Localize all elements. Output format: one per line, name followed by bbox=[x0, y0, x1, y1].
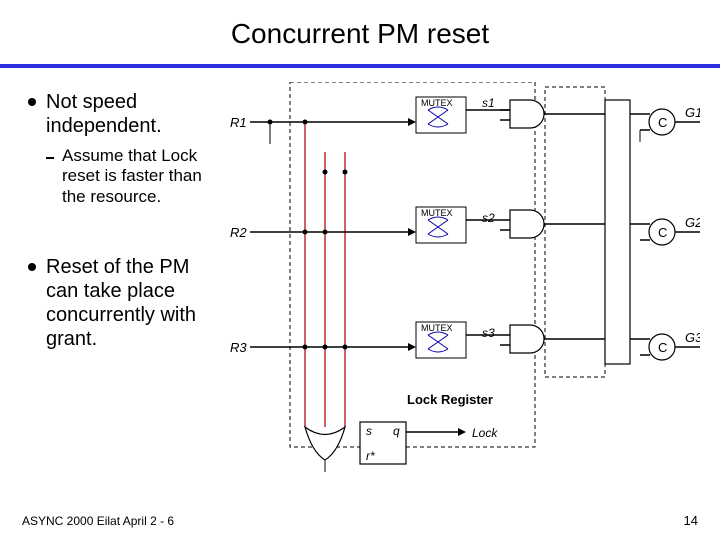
bullet-area: Not speed independent. Assume that Lock … bbox=[28, 90, 208, 359]
r3-label: R3 bbox=[230, 340, 247, 355]
footer-right: 14 bbox=[684, 513, 698, 528]
sq-q: q bbox=[393, 424, 400, 438]
bullet-1a: Assume that Lock reset is faster than th… bbox=[62, 146, 208, 207]
bullet-icon bbox=[28, 263, 36, 271]
bullet-1: Not speed independent. bbox=[46, 90, 208, 138]
r1-label: R1 bbox=[230, 115, 247, 130]
sq-r: r* bbox=[366, 449, 375, 463]
footer-left: ASYNC 2000 Eilat April 2 - 6 bbox=[22, 514, 174, 528]
priority-module-box bbox=[545, 87, 605, 377]
bullet-2: Reset of the PM can take place concurren… bbox=[46, 255, 208, 351]
bullet-icon bbox=[28, 98, 36, 106]
g1-label: G1 bbox=[685, 105, 700, 120]
g2-label: G2 bbox=[685, 215, 700, 230]
s1-label: s1 bbox=[482, 96, 495, 110]
g3-label: G3 bbox=[685, 330, 700, 345]
c1-label: C bbox=[658, 115, 667, 130]
lock-register-label: Lock Register bbox=[407, 392, 493, 407]
subbullet-icon bbox=[46, 157, 54, 159]
title-rule bbox=[0, 64, 720, 68]
r2-label: R2 bbox=[230, 225, 247, 240]
or-gate-icon bbox=[305, 427, 345, 460]
diagram: Priority Module Lock Register R1 MUTEX s… bbox=[210, 82, 700, 482]
mutex-2-label: MUTEX bbox=[421, 208, 453, 218]
mutex-3-label: MUTEX bbox=[421, 323, 453, 333]
c2-label: C bbox=[658, 225, 667, 240]
s3-label: s3 bbox=[482, 326, 495, 340]
mutex-1-label: MUTEX bbox=[421, 98, 453, 108]
lock-label: Lock bbox=[472, 426, 498, 440]
c3-label: C bbox=[658, 340, 667, 355]
s2-label: s2 bbox=[482, 211, 495, 225]
slide-title: Concurrent PM reset bbox=[0, 0, 720, 50]
sq-s: s bbox=[366, 424, 372, 438]
